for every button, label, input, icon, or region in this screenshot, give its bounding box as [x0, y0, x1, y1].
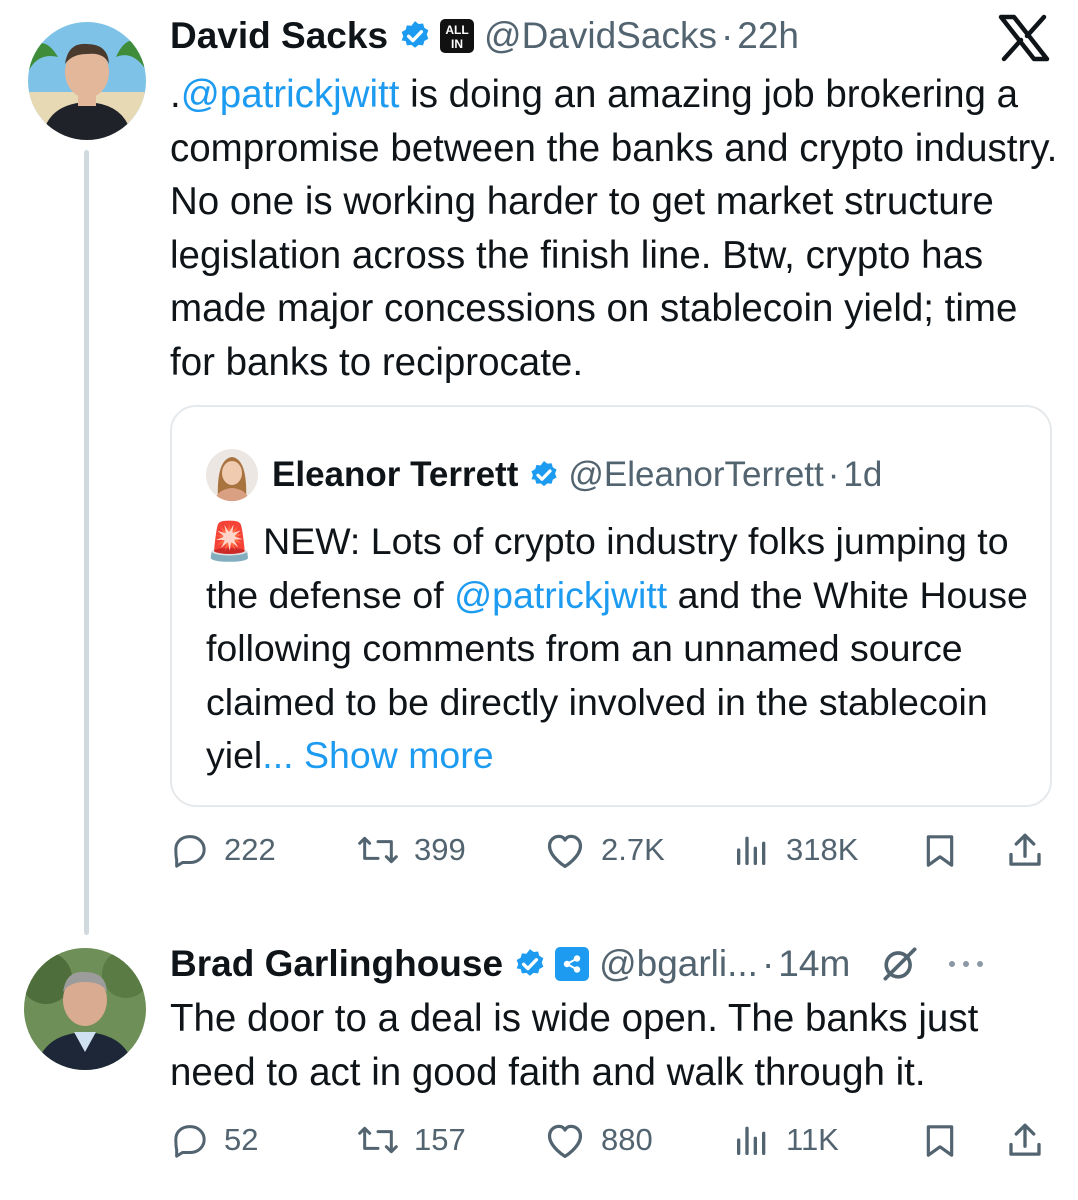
tweet-header: Brad Garlinghouse @bgarli... · 14m — [170, 942, 1050, 986]
show-more-link[interactable]: Show more — [304, 734, 494, 776]
quoted-tweet-card[interactable]: Eleanor Terrett @EleanorTerrett · 1d 🚨 N… — [170, 405, 1052, 807]
ellipsis: ... — [262, 734, 294, 776]
avatar-eleanor-terrett[interactable] — [206, 449, 258, 501]
ripple-logo-icon — [563, 955, 581, 973]
repost-count: 157 — [414, 1122, 466, 1157]
views-bar-chart-icon — [737, 836, 766, 865]
views-bar-chart-icon — [737, 1126, 766, 1155]
quoted-tweet-header: Eleanor Terrett @EleanorTerrett · 1d — [206, 449, 882, 501]
quoted-tweet-text: 🚨 NEW: Lots of crypto industry folks jum… — [206, 515, 1046, 783]
repost-icon — [358, 1126, 398, 1154]
all-in-badge-icon[interactable]: ALL IN — [440, 19, 475, 53]
tweet-text: .@patrickjwitt is doing an amazing job b… — [170, 68, 1060, 389]
share-button[interactable] — [1004, 1120, 1046, 1162]
tweet-actions: 52 157 880 11K — [170, 1120, 1052, 1170]
mention-link[interactable]: @patrickjwitt — [181, 73, 400, 116]
comment-icon — [174, 1125, 206, 1158]
separator-dot: · — [827, 455, 840, 494]
grok-icon[interactable] — [878, 942, 922, 986]
ripple-badge-icon[interactable] — [555, 947, 590, 981]
author-handle[interactable]: @DavidSacks — [484, 15, 717, 57]
verified-check-icon[interactable] — [398, 19, 432, 53]
comment-icon — [174, 835, 206, 868]
share-icon — [1009, 833, 1041, 866]
heart-icon — [547, 834, 583, 868]
bookmark-button[interactable] — [920, 830, 960, 872]
repost-button[interactable]: 157 — [356, 1120, 466, 1160]
svg-text:IN: IN — [451, 37, 463, 51]
siren-emoji-icon: 🚨 — [206, 520, 253, 562]
bookmark-button[interactable] — [920, 1120, 960, 1162]
repost-icon — [358, 836, 398, 864]
tweet-actions: 222 399 2.7K 318K — [170, 830, 1052, 880]
repost-count: 399 — [414, 832, 466, 867]
avatar-david-sacks[interactable] — [28, 22, 146, 140]
bookmark-icon — [926, 1125, 954, 1157]
view-count: 318K — [786, 832, 859, 867]
reply-button[interactable]: 222 — [170, 830, 276, 870]
views-button[interactable]: 11K — [732, 1120, 839, 1160]
like-count: 2.7K — [601, 832, 665, 867]
author-name[interactable]: Brad Garlinghouse — [170, 943, 503, 985]
more-icon[interactable] — [944, 954, 988, 974]
tweet-text: The door to a deal is wide open. The ban… — [170, 997, 979, 1094]
separator-dot: · — [720, 15, 734, 56]
tweet-timestamp[interactable]: 22h — [737, 15, 799, 57]
share-icon — [1009, 1123, 1041, 1156]
thread-connector-line — [84, 150, 89, 935]
reply-count: 52 — [224, 1122, 259, 1157]
quoted-timestamp[interactable]: 1d — [843, 455, 882, 495]
tweet-2[interactable]: Brad Garlinghouse @bgarli... · 14m The d… — [170, 942, 1050, 1099]
mention-link[interactable]: @patrickjwitt — [454, 574, 667, 616]
reply-button[interactable]: 52 — [170, 1120, 258, 1160]
author-handle[interactable]: @bgarli... — [599, 943, 758, 985]
separator-dot: · — [761, 943, 775, 984]
avatar-brad-garlinghouse[interactable] — [24, 948, 146, 1070]
verified-check-icon[interactable] — [513, 947, 547, 981]
quoted-author-name[interactable]: Eleanor Terrett — [272, 455, 518, 495]
tweet-1[interactable]: David Sacks ALL IN @DavidSacks · 22h .@p… — [170, 14, 1060, 389]
author-name[interactable]: David Sacks — [170, 15, 388, 57]
view-count: 11K — [786, 1122, 839, 1157]
text-body: is doing an amazing job brokering a comp… — [170, 73, 1058, 384]
repost-button[interactable]: 399 — [356, 830, 466, 870]
svg-text:ALL: ALL — [445, 23, 468, 37]
quoted-author-handle[interactable]: @EleanorTerrett — [568, 455, 823, 495]
share-button[interactable] — [1004, 830, 1046, 872]
tweet-header: David Sacks ALL IN @DavidSacks · 22h — [170, 14, 1060, 58]
like-count: 880 — [601, 1122, 653, 1157]
views-button[interactable]: 318K — [732, 830, 858, 870]
reply-count: 222 — [224, 832, 276, 867]
bookmark-icon — [926, 835, 954, 867]
verified-check-icon[interactable] — [528, 459, 560, 491]
text-prefix: . — [170, 73, 181, 116]
like-button[interactable]: 2.7K — [543, 830, 665, 870]
heart-icon — [547, 1124, 583, 1158]
all-in-logo-icon: ALL IN — [445, 23, 468, 51]
tweet-timestamp[interactable]: 14m — [778, 943, 850, 985]
like-button[interactable]: 880 — [543, 1120, 653, 1160]
